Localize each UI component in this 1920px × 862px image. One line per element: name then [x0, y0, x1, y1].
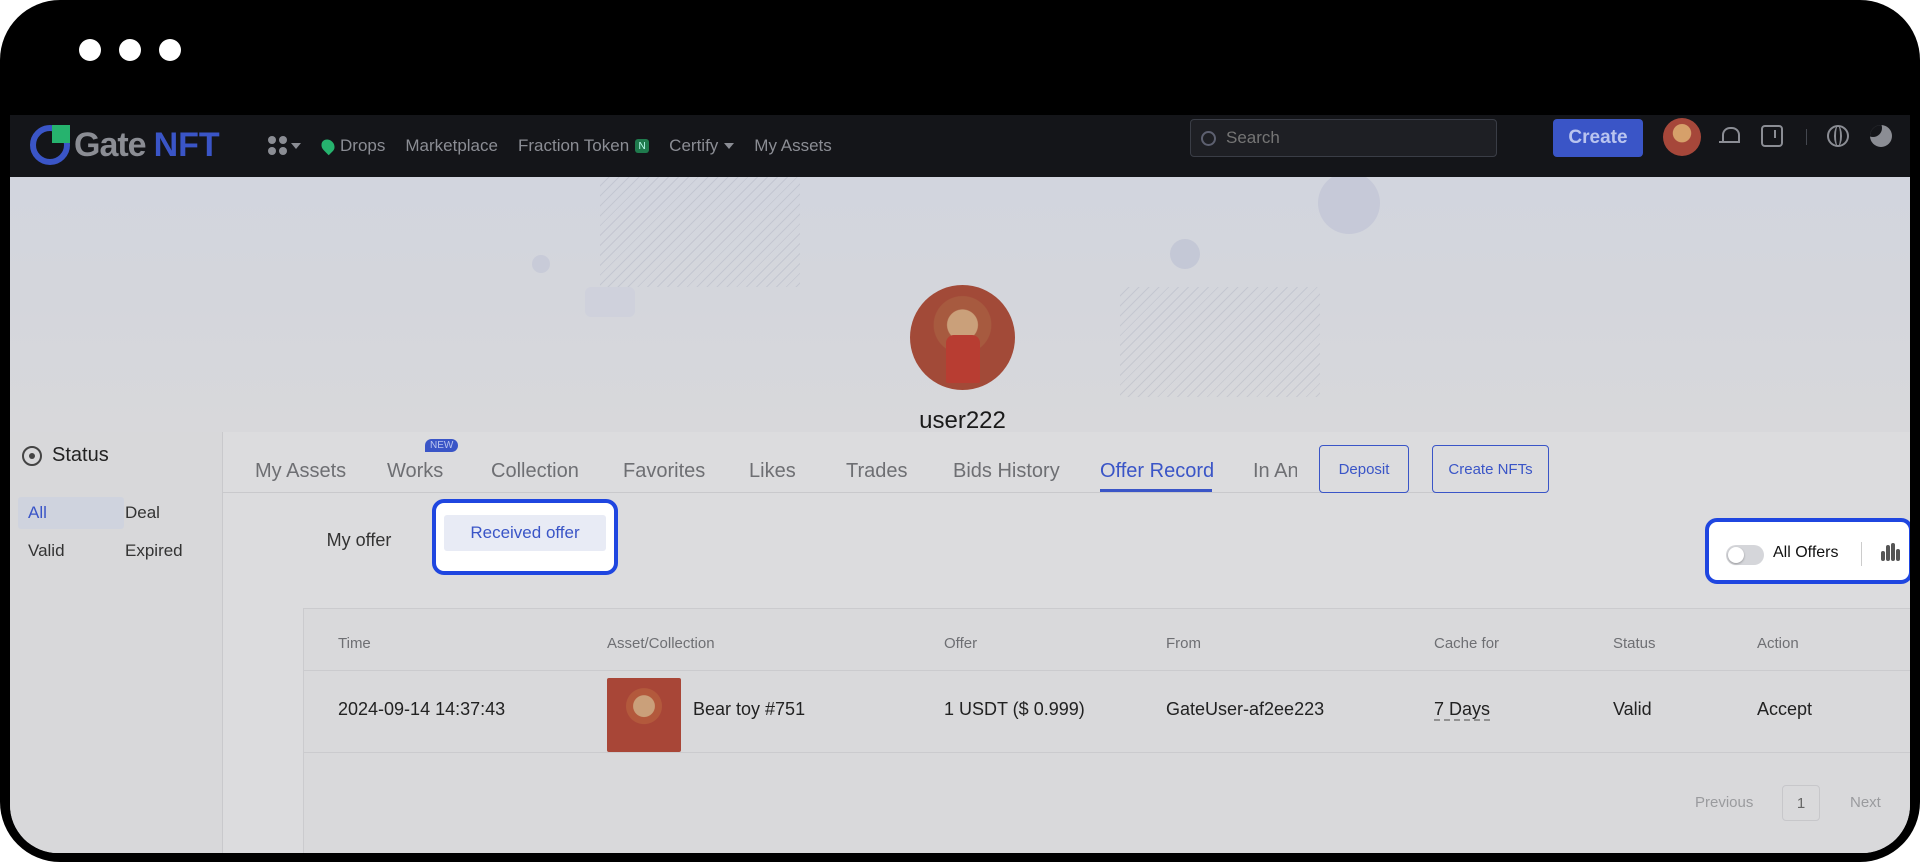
header-status: Status	[1613, 635, 1656, 652]
filter-valid[interactable]: Valid	[18, 535, 124, 567]
filter-all[interactable]: All	[18, 497, 124, 529]
tab-trades[interactable]: Trades	[846, 460, 908, 483]
tab-works[interactable]: Works	[387, 460, 443, 483]
row-time: 2024-09-14 14:37:43	[338, 699, 506, 719]
next-page-button[interactable]: Next	[1850, 794, 1881, 811]
nav-my-assets[interactable]: My Assets	[754, 136, 831, 156]
gate-logo-icon	[30, 125, 70, 165]
leaf-icon	[318, 136, 338, 156]
tabs-divider	[223, 492, 1493, 493]
all-offers-label: All Offers	[1773, 544, 1839, 561]
search-input[interactable]	[1224, 127, 1488, 149]
banner-pattern	[600, 177, 800, 287]
chevron-down-icon	[291, 142, 301, 149]
header-divider	[304, 670, 1910, 671]
nav-marketplace-label: Marketplace	[405, 136, 498, 155]
search-icon	[1201, 130, 1216, 146]
header-from: From	[1166, 635, 1201, 652]
filter-expired[interactable]: Expired	[115, 535, 221, 567]
tab-bids-history[interactable]: Bids History	[953, 460, 1060, 483]
row-status: Valid	[1613, 699, 1652, 719]
status-heading: Status	[22, 444, 109, 467]
nav-divider	[1806, 129, 1807, 145]
moon-icon[interactable]	[1870, 125, 1892, 147]
create-button[interactable]: Create	[1553, 119, 1643, 157]
all-offers-toggle[interactable]	[1726, 545, 1764, 565]
all-offers-divider	[1861, 542, 1862, 566]
offer-table: Time Asset/Collection Offer From Cache f…	[303, 608, 1910, 853]
close-dot[interactable]	[79, 39, 101, 61]
user-avatar[interactable]	[1663, 118, 1701, 156]
profile-tabs: My Assets Works NEW Collection Favorites…	[223, 432, 1910, 494]
tab-likes[interactable]: Likes	[749, 460, 796, 483]
banner-bubble	[1318, 177, 1380, 234]
profile-banner: user222	[10, 177, 1910, 432]
banner-bubble	[585, 287, 635, 317]
row-divider	[304, 752, 1910, 753]
tab-favorites[interactable]: Favorites	[623, 460, 705, 483]
deposit-button[interactable]: Deposit	[1319, 445, 1409, 493]
status-sidebar: Status All Deal Valid Expired	[10, 432, 223, 853]
minimize-dot[interactable]	[119, 39, 141, 61]
top-navbar: Gate NFT Drops Marketplace Fraction Toke…	[10, 115, 1910, 177]
page-number-1[interactable]: 1	[1782, 785, 1820, 821]
nav-certify[interactable]: Certify	[669, 136, 735, 156]
gate-nft-logo[interactable]: Gate NFT	[30, 123, 220, 167]
header-cache-for: Cache for	[1434, 635, 1500, 652]
header-action: Action	[1757, 635, 1799, 652]
banner-bubble	[1170, 239, 1200, 269]
nav-drops[interactable]: Drops	[318, 136, 386, 156]
header-offer: Offer	[944, 635, 978, 652]
row-cache-for: 7 Days	[1434, 699, 1491, 719]
profile-username: user222	[919, 407, 1006, 432]
asset-thumbnail[interactable]	[607, 678, 681, 752]
nav-my-assets-label: My Assets	[754, 136, 832, 155]
hand-icon[interactable]	[1881, 541, 1900, 565]
row-asset[interactable]: Bear toy #751	[693, 699, 805, 720]
chevron-down-icon	[724, 143, 735, 149]
target-icon	[22, 445, 42, 466]
all-offers-highlight: All Offers	[1705, 518, 1910, 584]
logo-gate-text: Gate	[74, 125, 147, 164]
previous-page-button[interactable]: Previous	[1695, 794, 1753, 811]
globe-icon[interactable]	[1827, 125, 1849, 147]
row-from: GateUser-af2ee223	[1166, 699, 1325, 719]
banner-bubble	[532, 255, 550, 273]
row-offer: 1 USDT ($ 0.999)	[944, 699, 1085, 719]
nav-marketplace[interactable]: Marketplace	[405, 136, 498, 156]
nav-links: Drops Marketplace Fraction Token N Certi…	[318, 115, 832, 177]
subtab-received-offer[interactable]: Received offer	[444, 515, 606, 551]
tab-collection[interactable]: Collection	[491, 460, 579, 483]
nav-fraction-token[interactable]: Fraction Token N	[517, 136, 650, 156]
status-title-label: Status	[52, 444, 109, 466]
accept-button[interactable]: Accept	[1757, 699, 1812, 720]
new-badge: NEW	[425, 439, 459, 452]
tab-offer-record[interactable]: Offer Record	[1100, 460, 1214, 483]
received-offer-highlight: Received offer	[432, 499, 618, 575]
nav-drops-label: Drops	[340, 136, 386, 155]
tab-my-assets[interactable]: My Assets	[255, 460, 346, 483]
header-time: Time	[338, 635, 371, 652]
search-box[interactable]	[1190, 119, 1497, 157]
logo-nft-text: NFT	[153, 125, 220, 164]
apps-menu[interactable]	[268, 136, 301, 155]
filter-deal[interactable]: Deal	[115, 497, 221, 529]
fraction-token-badge: N	[635, 139, 650, 153]
create-nfts-button[interactable]: Create NFTs	[1432, 445, 1549, 493]
banner-pattern	[1120, 287, 1320, 397]
nav-fraction-token-label: Fraction Token	[517, 136, 630, 155]
app-screen: Gate NFT Drops Marketplace Fraction Toke…	[10, 115, 1910, 853]
profile-avatar	[910, 285, 1015, 390]
device-frame: Gate NFT Drops Marketplace Fraction Toke…	[0, 0, 1920, 862]
nav-certify-label: Certify	[669, 136, 719, 155]
subtab-my-offer[interactable]: My offer	[307, 513, 411, 567]
window-controls	[79, 39, 181, 61]
apps-icon	[268, 136, 287, 155]
bell-icon[interactable]	[1718, 125, 1740, 147]
tab-in-auction[interactable]: In Anc	[1253, 460, 1297, 483]
maximize-dot[interactable]	[159, 39, 181, 61]
download-icon[interactable]	[1761, 125, 1783, 147]
header-asset-collection: Asset/Collection	[607, 635, 715, 652]
